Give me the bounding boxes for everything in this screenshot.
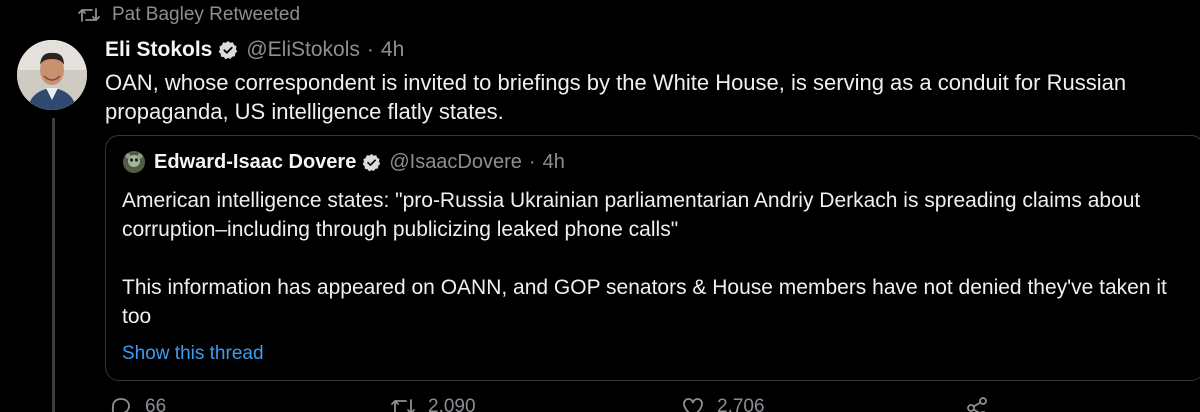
retweet-count: 2,090 bbox=[428, 396, 476, 412]
reply-icon bbox=[109, 396, 133, 412]
verified-badge-icon bbox=[362, 153, 381, 172]
reply-count: 66 bbox=[145, 396, 167, 412]
avatar[interactable] bbox=[17, 40, 87, 110]
quoted-paragraph: American intelligence states: "pro-Russi… bbox=[122, 189, 1141, 241]
separator-dot: · bbox=[528, 150, 536, 173]
quoted-paragraph: This information has appeared on OANN, a… bbox=[122, 276, 1167, 328]
quoted-tweet-timestamp: 4h bbox=[542, 150, 565, 173]
separator-dot: · bbox=[366, 38, 374, 61]
quoted-tweet-card[interactable]: Edward-Isaac Dovere @IsaacDovere · 4h Am… bbox=[105, 135, 1200, 381]
verified-badge-icon bbox=[218, 40, 238, 60]
tweet-header: Eli Stokols @EliStokols · 4h bbox=[105, 36, 404, 64]
like-button[interactable]: 2,706 bbox=[681, 396, 765, 412]
tweet-text: OAN, whose correspondent is invited to b… bbox=[105, 70, 1127, 124]
like-count: 2,706 bbox=[717, 396, 765, 412]
share-button[interactable] bbox=[965, 396, 989, 412]
tweet-timestamp[interactable]: 4h bbox=[381, 38, 404, 62]
show-thread-link[interactable]: Show this thread bbox=[122, 343, 264, 365]
like-icon bbox=[681, 396, 705, 412]
reply-button[interactable]: 66 bbox=[109, 396, 166, 412]
retweet-icon bbox=[78, 7, 100, 23]
quoted-author-name: Edward-Isaac Dovere bbox=[154, 150, 357, 173]
tweet-action-bar: 66 2,090 2,706 bbox=[105, 396, 1200, 412]
quoted-tweet-header: Edward-Isaac Dovere @IsaacDovere · 4h bbox=[123, 148, 565, 176]
thread-connector-line bbox=[52, 118, 55, 412]
quoted-author-avatar bbox=[123, 151, 145, 173]
retweet-banner-label: Pat Bagley Retweeted bbox=[112, 4, 301, 25]
retweet-icon bbox=[390, 397, 416, 412]
author-handle[interactable]: @EliStokols bbox=[246, 38, 360, 62]
quoted-author-handle: @IsaacDovere bbox=[389, 150, 522, 173]
retweet-button[interactable]: 2,090 bbox=[390, 396, 476, 412]
retweet-banner[interactable]: Pat Bagley Retweeted bbox=[78, 4, 300, 26]
quoted-tweet-text: American intelligence states: "pro-Russi… bbox=[122, 186, 1192, 331]
share-icon bbox=[965, 396, 989, 412]
author-name[interactable]: Eli Stokols bbox=[105, 38, 212, 62]
